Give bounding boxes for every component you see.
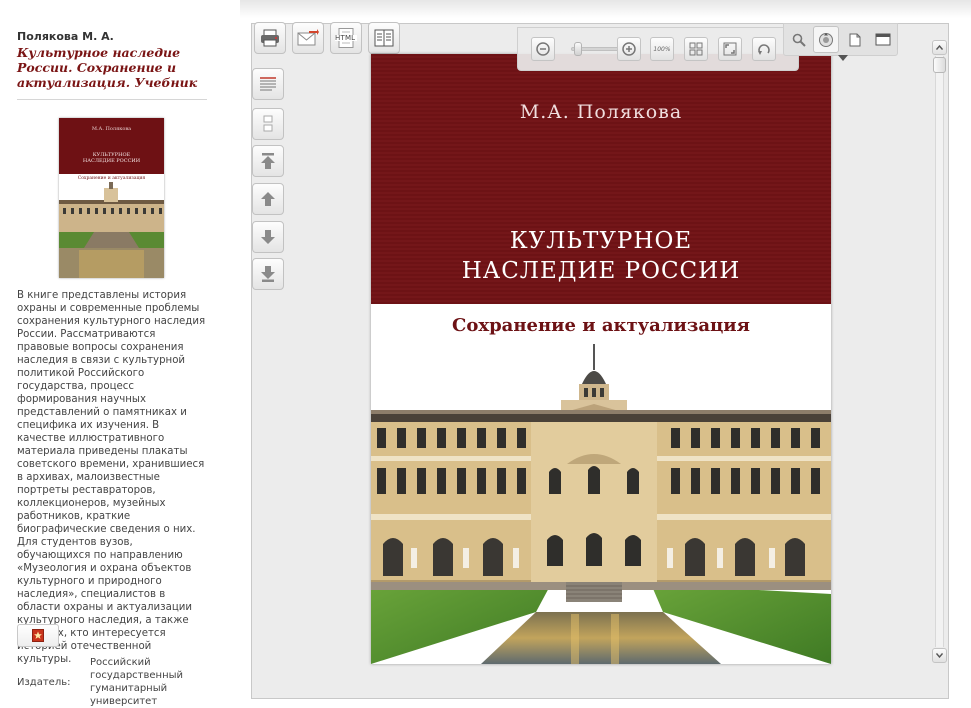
- zoom-out-icon: [536, 42, 550, 56]
- thumbnails-grid-button[interactable]: [684, 37, 708, 61]
- book-author: Полякова М. А.: [17, 30, 114, 43]
- search-icon: [792, 33, 806, 47]
- html-export-button[interactable]: HTML: [330, 22, 362, 54]
- table-of-contents-icon: [374, 29, 394, 47]
- thumbnail-title-line2: НАСЛЕДИЕ РОССИИ: [82, 158, 141, 164]
- html-label: HTML: [335, 34, 356, 42]
- contents-panel-button[interactable]: [252, 68, 284, 100]
- cover-subtitle: Сохранение и актуализация: [452, 315, 750, 336]
- grid-icon: [689, 42, 703, 56]
- zoom-out-button[interactable]: [531, 37, 555, 61]
- cover-palace-image: [371, 344, 831, 664]
- thumbnail-title: КУЛЬТУРНОЕ НАСЛЕДИЕ РОССИИ: [59, 152, 164, 164]
- arrow-up-icon: [261, 192, 275, 206]
- first-page-icon: [261, 153, 275, 169]
- divider: [17, 99, 207, 100]
- next-page-button[interactable]: [252, 221, 284, 253]
- previous-page-button[interactable]: [252, 183, 284, 215]
- view-mode-toolbar: [783, 23, 898, 56]
- cover-author: М.А. Полякова: [519, 101, 683, 123]
- rotate-icon: [758, 44, 770, 55]
- print-button[interactable]: [254, 22, 286, 54]
- book-description: В книге представлены история охраны и со…: [17, 290, 206, 665]
- scroll-up-button[interactable]: [932, 40, 947, 55]
- zoom-100-label: 100%: [653, 45, 671, 53]
- first-page-button[interactable]: [252, 145, 284, 177]
- zoom-100-button[interactable]: 100%: [650, 37, 674, 61]
- contents-list-icon: [260, 77, 276, 91]
- cover-title-line1: КУЛЬТУРНОЕ: [509, 228, 693, 254]
- last-page-button[interactable]: [252, 258, 284, 290]
- zoom-slider-thumb[interactable]: [574, 42, 582, 56]
- cover-title: КУЛЬТУРНОЕ НАСЛЕДИЕ РОССИИ: [371, 226, 831, 286]
- publisher-link[interactable]: Российский государственный гуманитарный …: [90, 656, 200, 708]
- two-page-view-button[interactable]: [252, 108, 284, 140]
- add-to-favorites-button[interactable]: [17, 624, 59, 647]
- zoom-in-icon: [622, 42, 636, 56]
- chevron-down-icon: [936, 653, 943, 658]
- scroll-down-button[interactable]: [932, 648, 947, 663]
- search-button[interactable]: [786, 26, 812, 53]
- book-title[interactable]: Культурное наследие России. Сохранение и…: [17, 45, 207, 90]
- window-mode-icon: [875, 33, 891, 46]
- hand-tool-icon: [819, 32, 833, 47]
- print-icon: [261, 29, 279, 47]
- single-page-icon: [849, 33, 861, 46]
- zoom-in-button[interactable]: [617, 37, 641, 61]
- cover-title-line2: НАСЛЕДИЕ РОССИИ: [461, 258, 741, 284]
- cover-thumbnail[interactable]: М.А. Полякова КУЛЬТУРНОЕ НАСЛЕДИЕ РОССИИ…: [59, 118, 164, 278]
- thumbnail-palace-image: [59, 180, 164, 278]
- arrow-down-icon: [261, 230, 275, 244]
- mode-indicator-arrow: [838, 55, 848, 61]
- zoom-toolbar: 100%: [517, 27, 799, 71]
- email-button[interactable]: [292, 22, 324, 54]
- rotate-button[interactable]: [752, 37, 776, 61]
- chevron-up-icon: [936, 45, 943, 50]
- two-page-icon: [263, 115, 273, 132]
- top-shade: [240, 0, 971, 18]
- single-page-button[interactable]: [842, 26, 868, 53]
- table-of-contents-button[interactable]: [368, 22, 400, 54]
- scrollbar-thumb[interactable]: [933, 57, 946, 73]
- last-page-icon: [261, 266, 275, 282]
- thumbnail-author: М.А. Полякова: [91, 126, 132, 132]
- publisher-label: Издатель:: [17, 677, 71, 688]
- fit-to-screen-icon: [723, 42, 737, 56]
- hand-tool-button[interactable]: [813, 26, 839, 53]
- window-mode-button[interactable]: [870, 26, 896, 53]
- scrollbar-track[interactable]: [935, 56, 944, 647]
- book-cover-page: М.А. Полякова КУЛЬТУРНОЕ НАСЛЕДИЕ РОССИИ…: [371, 54, 831, 664]
- book-info: Полякова М. А. Культурное наследие Росси…: [17, 30, 207, 90]
- fit-page-button[interactable]: [718, 37, 742, 61]
- bookmark-star-icon: [32, 629, 44, 642]
- email-icon: [297, 29, 319, 46]
